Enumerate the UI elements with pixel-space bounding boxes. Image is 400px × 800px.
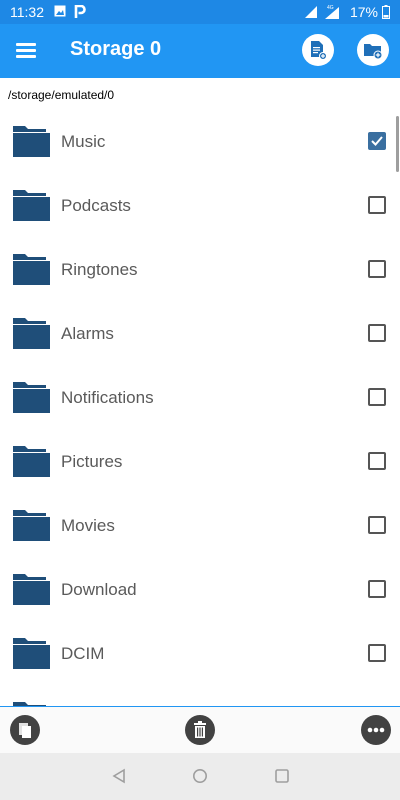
list-item-alarms[interactable]: Alarms [0,302,400,366]
item-checkbox[interactable] [368,260,386,278]
item-checkbox[interactable] [368,388,386,406]
new-folder-icon [364,44,383,60]
home-icon[interactable] [192,768,208,784]
item-checkbox[interactable] [368,644,386,662]
list-item-podcasts[interactable]: Podcasts [0,174,400,238]
battery-percent: 17% [349,4,378,20]
list-item-movies[interactable]: Movies [0,494,400,558]
list-item-download[interactable]: Download [0,558,400,622]
wifi-icon [305,6,317,18]
breadcrumb-path: /storage/emulated/0 [8,88,115,102]
folder-icon [13,190,50,221]
copy-icon [19,723,31,738]
item-checkbox[interactable] [368,580,386,598]
folder-icon [13,446,50,477]
folder-name: Pictures [61,452,123,471]
list-item-music[interactable]: Music [0,110,400,174]
new-file-button[interactable] [302,34,334,66]
hamburger-icon[interactable] [16,41,38,59]
battery-charging-icon [382,5,390,19]
system-nav-bar [0,753,400,800]
new-folder-button[interactable] [357,34,389,66]
status-time: 11:32 [10,4,44,20]
folder-name: Alarms [61,324,114,343]
folder-name: Music [61,132,106,151]
folder-name: Podcasts [61,196,131,215]
more-icon [367,727,385,733]
copy-button[interactable] [10,715,40,745]
delete-icon [194,721,206,738]
image-icon [54,5,66,17]
scrollbar-thumb[interactable] [396,116,399,172]
list-item-pictures[interactable]: Pictures [0,430,400,494]
item-checkbox[interactable] [368,452,386,470]
folder-icon [13,382,50,413]
folder-name: Movies [61,516,115,535]
item-checkbox[interactable] [368,132,386,150]
folder-list: Music Podcasts Ringtones Alarms Notifica… [0,110,400,706]
bottom-action-bar [0,706,400,754]
list-item-ringtones[interactable]: Ringtones [0,238,400,302]
back-icon[interactable] [111,768,127,784]
list-item-dcim[interactable]: DCIM [0,622,400,686]
delete-button[interactable] [185,715,215,745]
item-checkbox[interactable] [368,516,386,534]
new-file-icon [311,41,327,60]
more-button[interactable] [361,715,391,745]
status-bar: 11:32 4G 17% [0,0,400,24]
folder-icon [13,638,50,669]
item-checkbox[interactable] [368,324,386,342]
folder-icon [13,126,50,157]
check-icon [371,136,383,146]
p-app-icon [74,5,86,18]
list-item-notifications[interactable]: Notifications [0,366,400,430]
folder-icon [13,574,50,605]
item-checkbox[interactable] [368,196,386,214]
folder-name: Notifications [61,388,154,407]
cell-signal-icon: 4G [325,5,339,19]
folder-icon [13,254,50,285]
folder-icon [13,318,50,349]
svg-text:4G: 4G [327,5,334,11]
list-item-partial[interactable] [0,686,400,706]
recents-icon[interactable] [274,768,290,784]
folder-name: Download [61,580,137,599]
folder-name: DCIM [61,644,105,663]
app-bar: Storage 0 [0,24,400,78]
folder-icon [13,510,50,541]
folder-name: Ringtones [61,260,138,279]
page-title: Storage 0 [70,38,162,60]
